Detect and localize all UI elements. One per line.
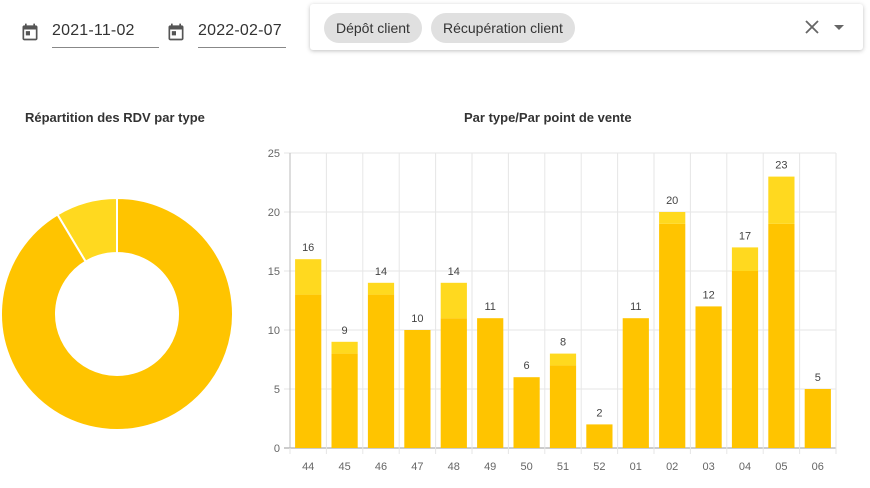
bar-segment-secondary[interactable] [295, 259, 322, 295]
x-tick-label: 47 [411, 461, 423, 473]
bar-total-label: 9 [342, 325, 348, 337]
start-date-underline [52, 47, 159, 48]
bar-segment-primary[interactable] [477, 318, 504, 448]
bar-total-label: 23 [775, 160, 787, 172]
x-tick-label: 52 [593, 461, 605, 473]
bar-segment-primary[interactable] [549, 365, 577, 448]
bar-segment-secondary[interactable] [331, 341, 358, 354]
x-tick-label: 45 [338, 461, 350, 473]
bar-segment-secondary[interactable] [367, 282, 395, 295]
donut-chart-title: Répartition des RDV par type [25, 110, 205, 125]
bar-total-label: 10 [411, 313, 423, 325]
y-tick-label: 25 [268, 148, 280, 160]
bar-segment-primary[interactable] [659, 223, 686, 448]
bar-segment-secondary[interactable] [731, 247, 759, 271]
x-tick-label: 05 [775, 461, 787, 473]
chevron-down-icon[interactable] [834, 25, 844, 30]
bar-segment-primary[interactable] [768, 223, 795, 448]
close-icon[interactable] [804, 19, 820, 35]
bar-segment-primary[interactable] [513, 377, 540, 448]
bar-total-label: 11 [484, 301, 495, 313]
bar-segment-secondary[interactable] [659, 212, 686, 224]
x-tick-label: 06 [812, 461, 824, 473]
chip-recuperation-client[interactable]: Récupération client [431, 13, 575, 43]
bar-total-label: 14 [448, 266, 460, 278]
calendar-icon[interactable] [166, 22, 186, 42]
donut-slice[interactable] [0, 196, 234, 431]
bar-chart-title: Par type/Par point de vente [464, 110, 632, 125]
bar-segment-primary[interactable] [367, 294, 395, 448]
x-tick-label: 03 [702, 461, 714, 473]
bar-total-label: 16 [302, 242, 314, 254]
bar-total-label: 8 [560, 337, 566, 349]
bar-total-label: 2 [596, 407, 602, 419]
start-date-value[interactable]: 2021-11-02 [52, 22, 135, 40]
bar-segment-secondary[interactable] [768, 176, 795, 224]
chip-depot-client[interactable]: Dépôt client [324, 13, 422, 43]
bar-total-label: 20 [666, 195, 678, 207]
x-tick-label: 46 [375, 461, 387, 473]
bar-total-label: 12 [702, 289, 714, 301]
x-tick-label: 48 [448, 461, 460, 473]
bar-total-label: 5 [815, 372, 821, 384]
bar-segment-primary[interactable] [440, 318, 467, 448]
x-tick-label: 49 [484, 461, 496, 473]
bar-segment-secondary[interactable] [440, 282, 467, 319]
bar-total-label: 11 [630, 301, 641, 313]
x-tick-label: 51 [557, 461, 569, 473]
bar-segment-primary[interactable] [331, 353, 358, 448]
y-tick-label: 5 [274, 384, 280, 396]
bar-segment-primary[interactable] [404, 330, 431, 448]
calendar-icon[interactable] [20, 22, 40, 42]
end-date-field[interactable]: 2022-02-07 [166, 14, 286, 50]
bar-chart: 0510152025164494514461047144811496508512… [268, 148, 837, 473]
y-tick-label: 0 [274, 443, 280, 455]
bar-segment-primary[interactable] [804, 389, 831, 448]
x-tick-label: 04 [739, 461, 751, 473]
bar-total-label: 17 [739, 230, 751, 242]
bar-segment-primary[interactable] [731, 271, 759, 448]
y-tick-label: 10 [268, 325, 280, 337]
end-date-value[interactable]: 2022-02-07 [198, 22, 282, 40]
x-tick-label: 44 [302, 461, 314, 473]
x-tick-label: 50 [520, 461, 532, 473]
x-tick-label: 01 [630, 461, 642, 473]
bar-segment-primary[interactable] [586, 424, 613, 448]
donut-chart [0, 196, 234, 431]
bar-segment-primary[interactable] [695, 306, 722, 448]
x-tick-label: 02 [666, 461, 678, 473]
y-tick-label: 20 [268, 207, 280, 219]
start-date-field[interactable]: 2021-11-02 [20, 14, 159, 50]
y-tick-label: 15 [268, 266, 280, 278]
bar-segment-primary[interactable] [295, 294, 322, 448]
bar-total-label: 6 [524, 360, 530, 372]
end-date-underline [198, 47, 286, 48]
bar-segment-secondary[interactable] [549, 353, 577, 366]
bar-segment-primary[interactable] [622, 318, 649, 448]
bar-total-label: 14 [375, 266, 387, 278]
type-multiselect[interactable]: Dépôt client Récupération client [310, 4, 863, 50]
